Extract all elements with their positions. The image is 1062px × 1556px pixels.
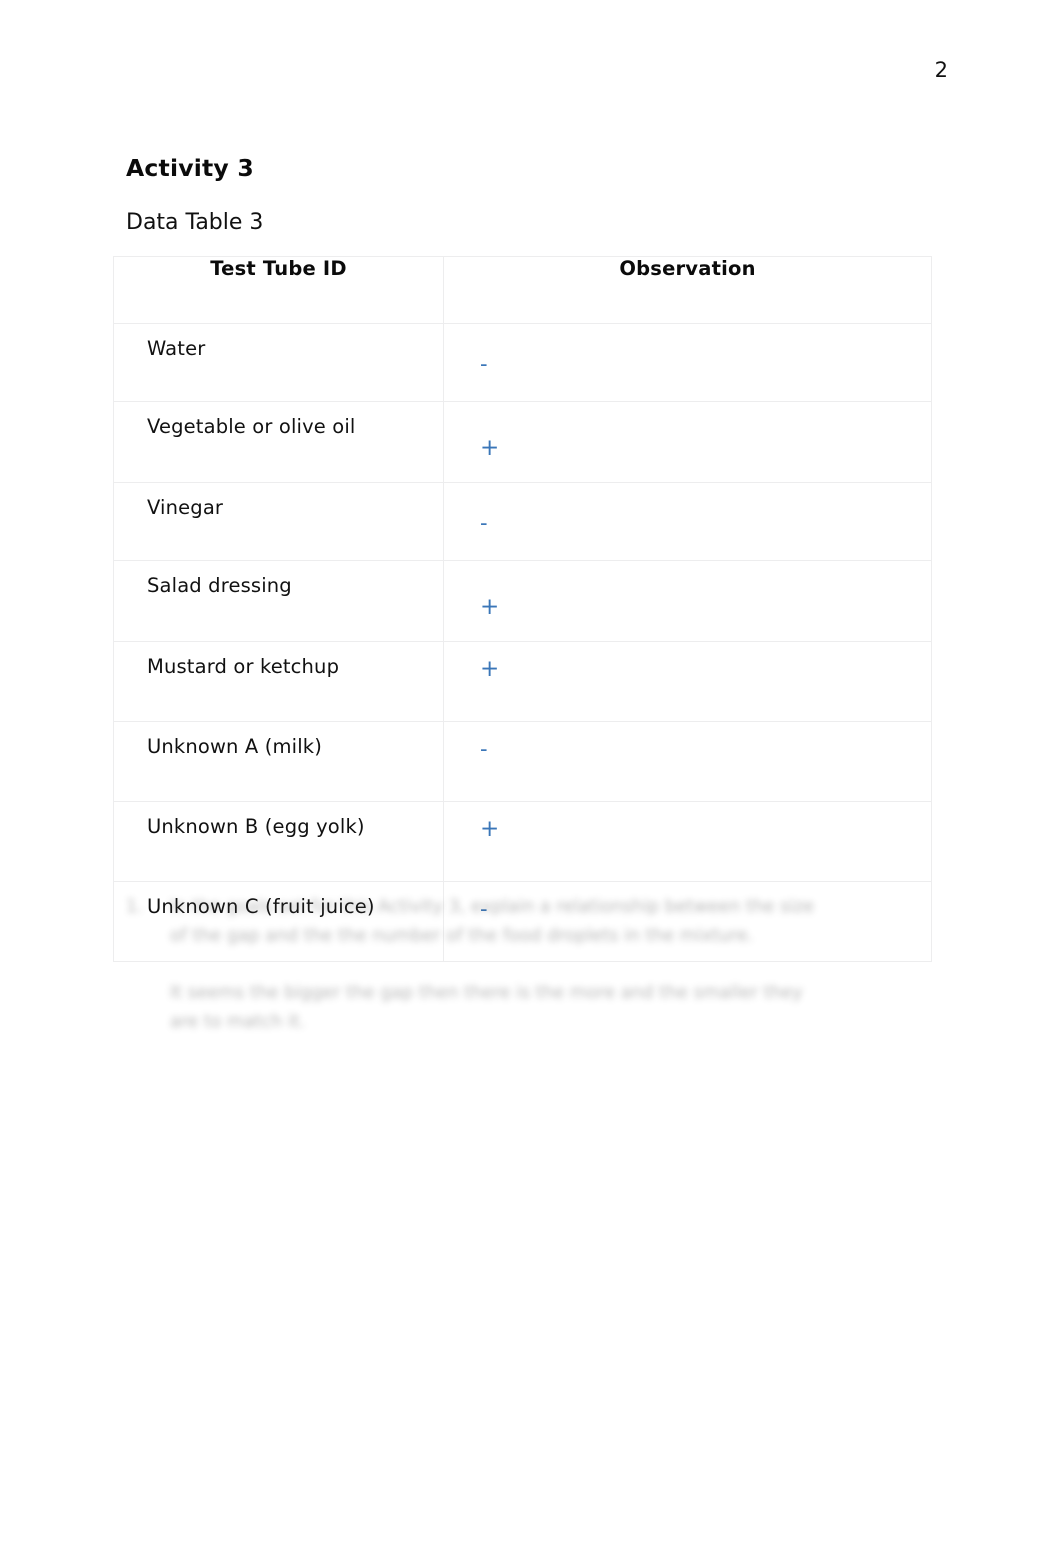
cell-observation: -: [443, 482, 932, 561]
activity-heading: Activity 3: [126, 154, 254, 182]
column-header-observation: Observation: [443, 256, 932, 324]
observation-mark: +: [480, 816, 500, 842]
cell-test-tube-id: Vinegar: [113, 482, 444, 561]
observation-mark: -: [480, 352, 488, 376]
cell-test-tube-id: Unknown B (egg yolk): [113, 801, 444, 882]
table-row: Water -: [113, 323, 932, 402]
observation-mark: +: [480, 594, 500, 620]
table-header: Test Tube ID Observation: [113, 256, 932, 324]
cell-test-tube-id: Salad dressing: [113, 560, 444, 642]
cell-test-tube-id: Unknown A (milk): [113, 721, 444, 802]
note-paragraph-1: In the goals set for this Activity 3, ex…: [170, 897, 815, 946]
table-header-row: Test Tube ID Observation: [113, 256, 932, 324]
redacted-notes-block: 1. In the goals set for this Activity 3,…: [126, 893, 826, 1037]
table-row: Mustard or ketchup +: [113, 641, 932, 722]
note-list-item: 1. In the goals set for this Activity 3,…: [126, 893, 826, 951]
table-row: Unknown A (milk) -: [113, 721, 932, 802]
cell-test-tube-id: Vegetable or olive oil: [113, 401, 444, 483]
table-row: Vegetable or olive oil +: [113, 401, 932, 483]
cell-test-tube-id: Water: [113, 323, 444, 402]
observation-mark: -: [480, 511, 488, 535]
table-row: Salad dressing +: [113, 560, 932, 642]
table-row: Vinegar -: [113, 482, 932, 561]
table-row: Unknown B (egg yolk) +: [113, 801, 932, 882]
cell-observation: +: [443, 401, 932, 483]
observation-mark: -: [480, 737, 488, 761]
column-header-test-tube-id: Test Tube ID: [113, 256, 444, 324]
cell-observation: +: [443, 801, 932, 882]
document-page: 2 Activity 3 Data Table 3 Test Tube ID O…: [0, 0, 1062, 1556]
table-body: Water - Vegetable or olive oil + Vinegar…: [113, 323, 932, 962]
list-marker: 1.: [126, 897, 143, 917]
data-table-subheading: Data Table 3: [126, 210, 264, 235]
cell-observation: -: [443, 721, 932, 802]
cell-test-tube-id: Mustard or ketchup: [113, 641, 444, 722]
cell-observation: +: [443, 641, 932, 722]
page-number: 2: [934, 58, 948, 82]
cell-observation: +: [443, 560, 932, 642]
observation-mark: +: [480, 656, 500, 682]
data-table-3: Test Tube ID Observation Water - Vegetab…: [113, 256, 932, 962]
note-paragraph-2: It seems the bigger the gap then there i…: [170, 983, 803, 1032]
data-table-3-container: Test Tube ID Observation Water - Vegetab…: [113, 256, 932, 962]
observation-mark: +: [480, 435, 500, 461]
cell-observation: -: [443, 323, 932, 402]
